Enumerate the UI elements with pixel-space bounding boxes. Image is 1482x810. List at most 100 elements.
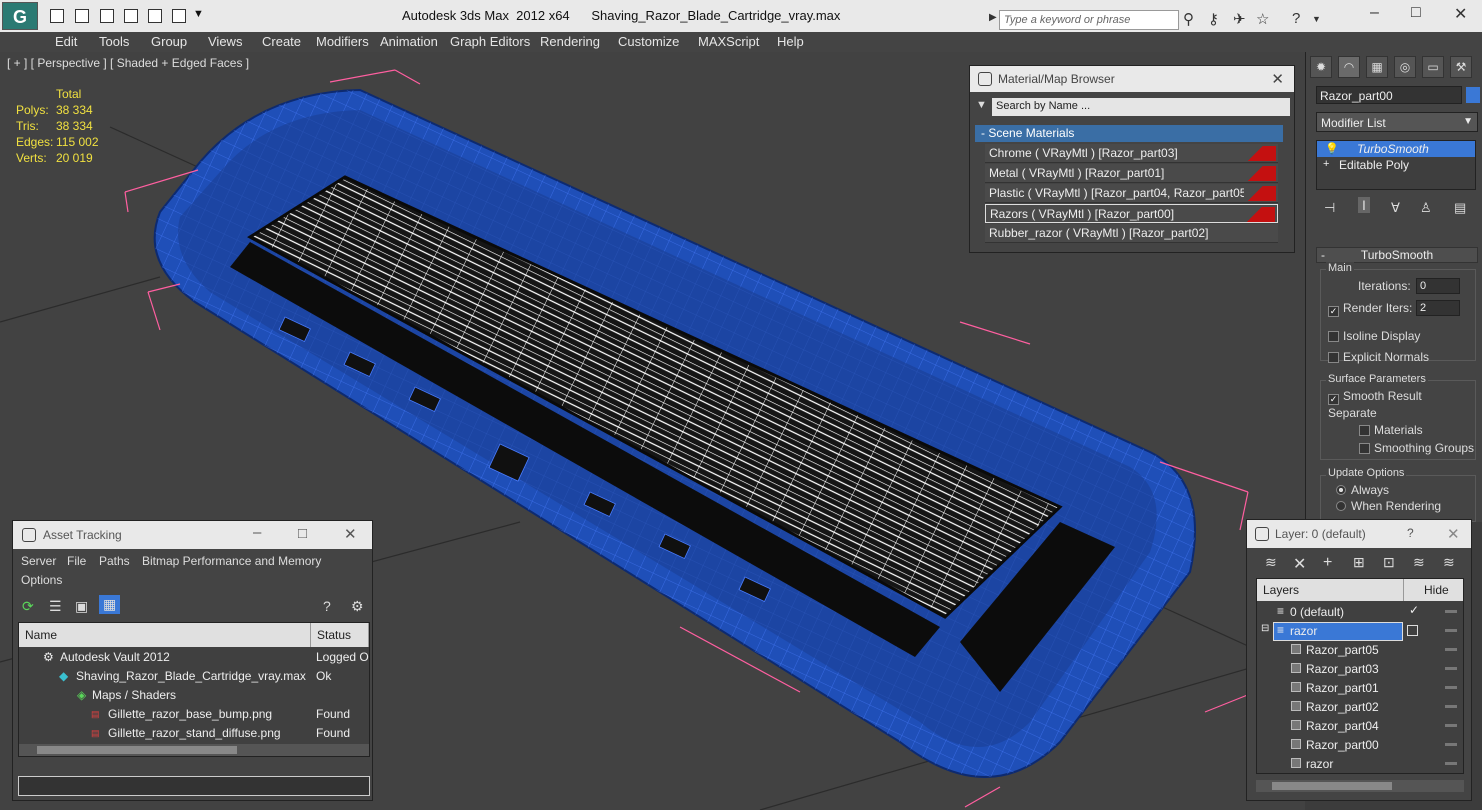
table-row[interactable]: ◆ Shaving_Razor_Blade_Cartridge_vray.max O… — [19, 667, 369, 686]
hide-toggle[interactable] — [1445, 686, 1457, 689]
hide-toggle[interactable] — [1445, 667, 1457, 670]
key-icon[interactable]: ⚷ — [1208, 10, 1219, 28]
add-selection-icon[interactable]: ⊞ — [1353, 554, 1365, 571]
close-icon[interactable]: ✕ — [344, 525, 357, 543]
menu-server[interactable]: Server — [21, 554, 56, 568]
configure-sets-icon[interactable]: ▤ — [1454, 200, 1466, 216]
separate-smoothing-checkbox[interactable]: Smoothing Groups — [1359, 441, 1474, 455]
create-tab-icon[interactable]: ✹ — [1310, 56, 1332, 78]
menu-options[interactable]: Options — [21, 573, 62, 587]
layer-object-row[interactable]: Razor_part05 — [1257, 641, 1463, 660]
menu-graph-editors[interactable]: Graph Editors — [450, 34, 530, 49]
hide-toggle[interactable] — [1445, 610, 1457, 613]
satellite-icon[interactable]: ✈ — [1233, 10, 1246, 28]
checkbox-checked[interactable]: ✓ — [1328, 394, 1339, 405]
pin-stack-icon[interactable]: ⊣ — [1324, 200, 1335, 216]
column-header-layers[interactable]: Layers — [1257, 579, 1403, 601]
lightbulb-icon[interactable]: 💡 — [1325, 142, 1339, 155]
object-color-swatch[interactable] — [1466, 87, 1480, 103]
remove-modifier-icon[interactable]: ♙ — [1420, 200, 1432, 216]
material-row[interactable]: Plastic ( VRayMtl ) [Razor_part04, Razor… — [985, 184, 1278, 203]
layer-object-row[interactable]: Razor_part04 — [1257, 717, 1463, 736]
modify-tab-icon[interactable]: ◠ — [1338, 56, 1360, 78]
object-name-field[interactable]: Razor_part00 — [1316, 86, 1462, 104]
menu-rendering[interactable]: Rendering — [540, 34, 600, 49]
collapse-icon[interactable]: ⊟ — [1261, 623, 1269, 634]
material-browser-titlebar[interactable]: Material/Map Browser ✕ — [970, 66, 1294, 92]
modifier-list-dropdown[interactable]: Modifier List ▼ — [1316, 112, 1478, 132]
delete-layer-icon[interactable]: ✕ — [1293, 554, 1306, 574]
display-tab-icon[interactable]: ▭ — [1422, 56, 1444, 78]
create-layer-icon[interactable]: + — [1323, 554, 1332, 572]
hide-toggle[interactable] — [1445, 743, 1457, 746]
menu-edit[interactable]: Edit — [55, 34, 77, 49]
menu-animation[interactable]: Animation — [380, 34, 438, 49]
column-header-status[interactable]: Status — [311, 623, 369, 647]
layer-titlebar[interactable]: Layer: 0 (default) ? ✕ — [1247, 520, 1471, 548]
table-row[interactable]: ◈ Maps / Shaders — [19, 686, 369, 705]
material-row[interactable]: Rubber_razor ( VRayMtl ) [Razor_part02] — [985, 224, 1278, 243]
stack-item-turbosmooth[interactable]: 💡 TurboSmooth — [1317, 141, 1475, 157]
horizontal-scrollbar[interactable] — [1256, 780, 1464, 792]
hide-toggle[interactable] — [1445, 629, 1457, 632]
column-header-name[interactable]: Name — [19, 623, 311, 647]
layer-row-razor[interactable]: ⊟ ≡ razor — [1257, 622, 1463, 641]
checkbox[interactable] — [1359, 443, 1370, 454]
menu-views[interactable]: Views — [208, 34, 242, 49]
maximize-button[interactable]: □ — [1411, 4, 1421, 22]
menu-create[interactable]: Create — [262, 34, 301, 49]
set-current-box[interactable] — [1407, 625, 1418, 636]
search-input[interactable]: Type a keyword or phrase — [999, 10, 1179, 30]
quick-access-dropdown-icon[interactable]: ▼ — [193, 8, 204, 20]
when-rendering-radio[interactable]: When Rendering — [1336, 499, 1441, 513]
horizontal-scrollbar[interactable] — [19, 744, 369, 756]
render-iters-spinner[interactable]: 2 — [1416, 300, 1460, 316]
save-icon[interactable] — [75, 9, 89, 23]
material-row[interactable]: Metal ( VRayMtl ) [Razor_part01] — [985, 164, 1278, 183]
smooth-result-checkbox[interactable]: ✓ Smooth Result — [1328, 389, 1422, 405]
select-objects-icon[interactable]: ⊡ — [1383, 554, 1395, 571]
open-icon[interactable] — [50, 9, 64, 23]
scrollbar-thumb[interactable] — [37, 746, 237, 754]
asset-path-field[interactable] — [18, 776, 370, 796]
layer-object-row[interactable]: Razor_part03 — [1257, 660, 1463, 679]
table-row[interactable]: ▤ Gillette_razor_base_bump.png Found — [19, 705, 369, 724]
menu-paths[interactable]: Paths — [99, 554, 130, 568]
viewport-label[interactable]: [ + ] [ Perspective ] [ Shaded + Edged F… — [7, 56, 249, 70]
binoculars-icon[interactable]: ⚲ — [1183, 10, 1194, 28]
checkbox[interactable] — [1328, 352, 1339, 363]
layer-object-row[interactable]: Razor_part02 — [1257, 698, 1463, 717]
radio[interactable] — [1336, 501, 1346, 511]
menu-bitmap-performance[interactable]: Bitmap Performance and Memory — [142, 554, 321, 568]
menu-file[interactable]: File — [67, 554, 86, 568]
scene-materials-header[interactable]: - Scene Materials — [975, 125, 1283, 142]
utilities-tab-icon[interactable]: ⚒ — [1450, 56, 1472, 78]
radio-selected[interactable] — [1336, 485, 1346, 495]
make-unique-icon[interactable]: ∀ — [1391, 200, 1400, 216]
menu-customize[interactable]: Customize — [618, 34, 679, 49]
menu-group[interactable]: Group — [151, 34, 187, 49]
hide-toggle[interactable] — [1445, 705, 1457, 708]
menu-help[interactable]: Help — [777, 34, 804, 49]
help-dropdown-icon[interactable]: ▼ — [1312, 14, 1321, 24]
vault-settings-icon[interactable]: ⚙ — [351, 598, 364, 615]
hide-toggle[interactable] — [1445, 648, 1457, 651]
stack-item-editable-poly[interactable]: + Editable Poly — [1317, 157, 1475, 173]
checkbox[interactable] — [1328, 331, 1339, 342]
layer-tool-icon[interactable]: ≋ — [1265, 554, 1277, 571]
checkbox[interactable] — [1359, 425, 1370, 436]
menu-modifiers[interactable]: Modifiers — [316, 34, 369, 49]
layer-object-row[interactable]: Razor_part01 — [1257, 679, 1463, 698]
material-search-input[interactable]: Search by Name ... — [992, 98, 1290, 116]
layer-object-row[interactable]: Razor_part00 — [1257, 736, 1463, 755]
turbosmooth-rollout-header[interactable]: - TurboSmooth — [1316, 247, 1478, 263]
hide-all-icon[interactable]: ≋ — [1443, 554, 1455, 571]
minimize-button[interactable]: – — [253, 524, 261, 541]
thumbnail-view-icon[interactable]: ▣ — [75, 598, 88, 615]
asset-tracking-titlebar[interactable]: Asset Tracking – □ ✕ — [13, 521, 372, 549]
maximize-button[interactable]: □ — [298, 525, 307, 542]
redo-icon[interactable] — [172, 9, 186, 23]
search-expand-icon[interactable]: ▶ — [989, 12, 997, 23]
menu-maxscript[interactable]: MAXScript — [698, 34, 759, 49]
highlight-layer-icon[interactable]: ≋ — [1413, 554, 1425, 571]
